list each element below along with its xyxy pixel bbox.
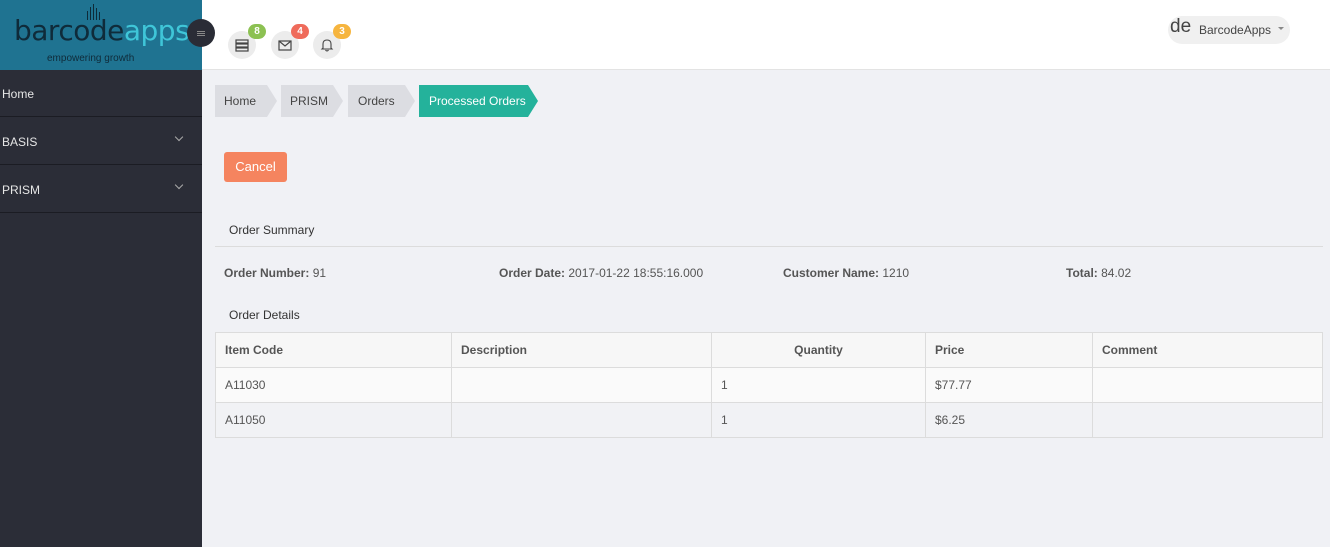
order-number-value: 91 [312,266,327,280]
column-header-comment[interactable]: Comment [1092,332,1323,368]
comment-cell [1092,402,1323,438]
table-header-row: Item Code Description Quantity Price Com… [215,332,1323,368]
order-date-label: Order Date: [499,266,566,280]
brand-logo[interactable]: barcodeapps empowering growth [0,0,202,70]
total-value: 84.02 [1101,266,1132,280]
sidebar: Home BASIS PRISM [0,70,202,547]
column-header-item-code[interactable]: Item Code [215,332,452,368]
messages-button[interactable]: 4 [271,24,309,59]
item-code-cell: A11050 [215,402,452,438]
sidebar-item-label: BASIS [2,135,38,149]
description-cell [451,367,712,403]
price-cell: $77.77 [925,367,1093,403]
menu-toggle-button[interactable] [187,19,215,47]
item-code-cell: A11030 [215,367,452,403]
bell-icon [320,39,334,52]
chevron-down-icon [174,132,184,142]
notification-badge: 8 [248,24,266,39]
column-header-price[interactable]: Price [925,332,1093,368]
customer-name-label: Customer Name: [783,266,880,280]
description-cell [451,402,712,438]
user-name: BarcodeApps [1199,23,1272,37]
order-details-title: Order Details [229,308,300,322]
user-menu-button[interactable]: de BarcodeApps [1168,16,1290,44]
alerts-button[interactable]: 3 [313,24,351,59]
sidebar-item-prism[interactable]: PRISM [0,166,202,213]
divider [215,246,1323,247]
top-bar: barcodeapps empowering growth 8 4 3 de B… [0,0,1330,70]
customer-name-field: Customer Name: 1210 [783,266,909,280]
chevron-down-icon [174,180,184,190]
breadcrumb-prism[interactable]: PRISM [281,85,343,117]
sidebar-item-label: PRISM [2,183,41,197]
table-row[interactable]: A11050 1 $6.25 [215,402,1323,438]
total-label: Total: [1066,266,1098,280]
sidebar-item-basis[interactable]: BASIS [0,118,202,165]
server-notification-button[interactable]: 8 [228,24,266,59]
breadcrumb-home[interactable]: Home [215,85,277,117]
server-icon [235,39,249,52]
order-number-label: Order Number: [224,266,310,280]
column-header-quantity[interactable]: Quantity [711,332,926,368]
breadcrumb-processed-orders[interactable]: Processed Orders [419,85,538,117]
sidebar-item-home[interactable]: Home [0,70,202,117]
table-row[interactable]: A11030 1 $77.77 [215,367,1323,403]
total-field: Total: 84.02 [1066,266,1131,280]
quantity-cell: 1 [711,367,926,403]
cancel-button[interactable]: Cancel [224,152,287,182]
breadcrumb-orders[interactable]: Orders [348,85,415,117]
logo-tagline: empowering growth [47,53,135,64]
logo-text: barcodeapps [14,14,190,47]
hamburger-icon [197,32,205,34]
sidebar-item-label: Home [2,87,35,101]
price-cell: $6.25 [925,402,1093,438]
order-number-field: Order Number: 91 [224,266,326,280]
order-date-field: Order Date: 2017-01-22 18:55:16.000 [499,266,703,280]
column-header-description[interactable]: Description [451,332,712,368]
comment-cell [1092,367,1323,403]
alert-badge: 3 [333,24,351,39]
order-date-value: 2017-01-22 18:55:16.000 [568,266,704,280]
customer-name-value: 1210 [882,266,910,280]
order-details-table: Item Code Description Quantity Price Com… [215,332,1323,438]
envelope-icon [278,40,292,51]
order-summary-title: Order Summary [229,223,315,237]
user-avatar: de [1170,16,1192,37]
caret-down-icon [1278,27,1284,30]
quantity-cell: 1 [711,402,926,438]
message-badge: 4 [291,24,309,39]
